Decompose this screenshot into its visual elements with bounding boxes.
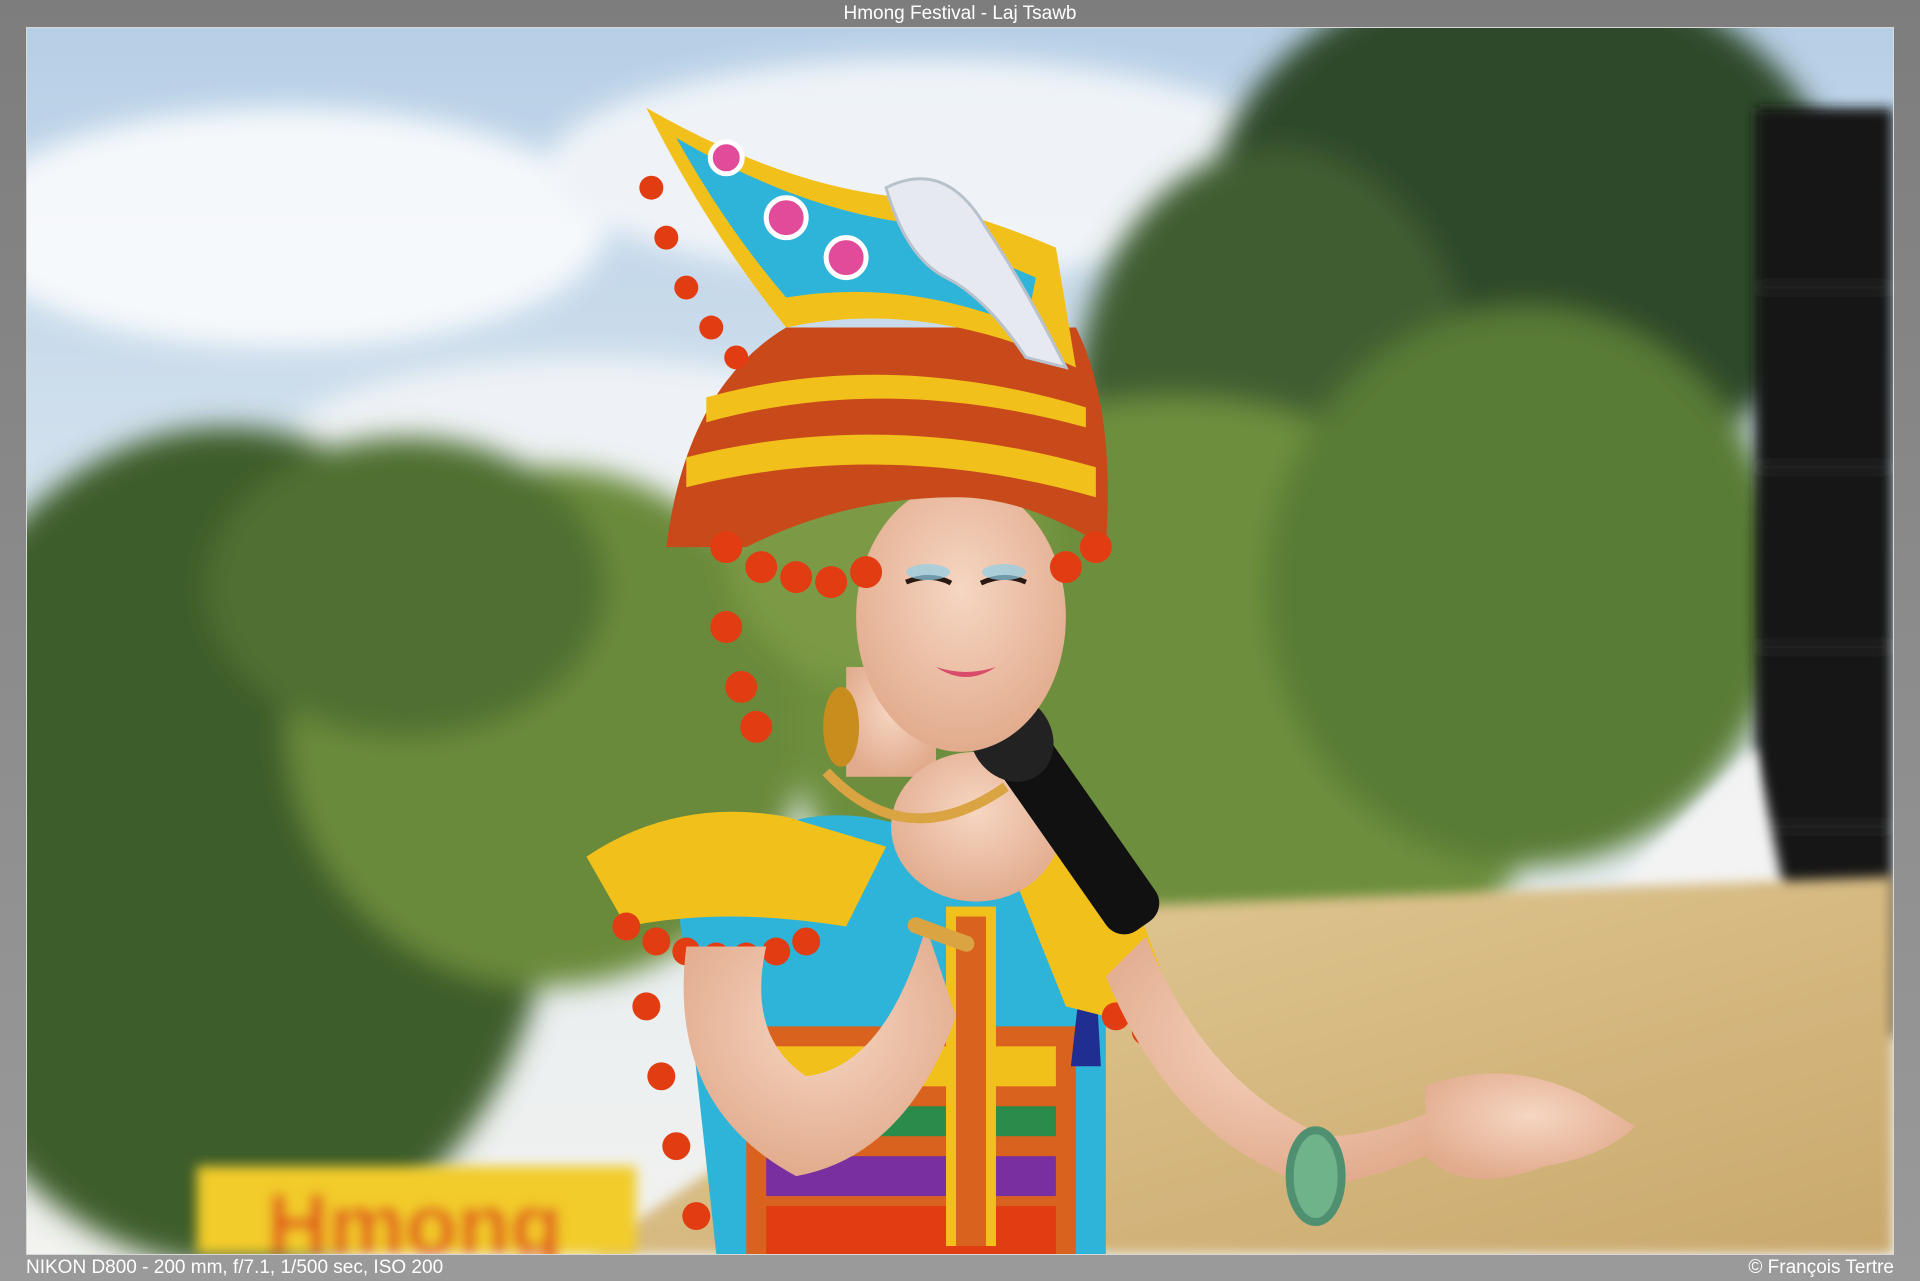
- yellow-sign: Hmong: [196, 1166, 637, 1254]
- photo-illustration: Hmong: [27, 28, 1893, 1254]
- sign-text: Hmong: [267, 1177, 563, 1254]
- photo-title: Hmong Festival - Laj Tsawb: [843, 3, 1077, 24]
- photo-credit: © François Tertre: [1748, 1257, 1894, 1278]
- exif-info: NIKON D800 - 200 mm, f/7.1, 1/500 sec, I…: [26, 1257, 444, 1278]
- photo: Hmong: [26, 27, 1894, 1255]
- photo-viewer: Hmong Festival - Laj Tsawb Hmong NIKON D…: [0, 0, 1920, 1281]
